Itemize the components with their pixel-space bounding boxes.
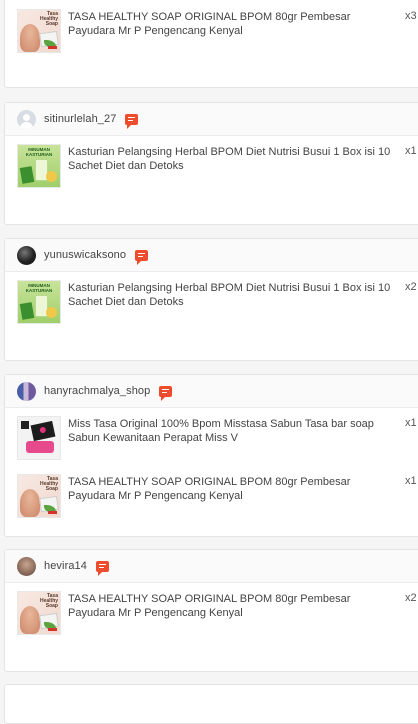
product-name[interactable]: Kasturian Pelangsing Herbal BPOM Diet Nu… — [68, 281, 396, 309]
product-thumbnail[interactable]: MINUMAN KASTURIAN — [17, 280, 61, 324]
avatar[interactable] — [17, 556, 36, 576]
buyer-header: yunuswicaksono — [5, 239, 418, 272]
chat-icon[interactable] — [125, 113, 139, 129]
order-item[interactable]: MINUMAN KASTURIAN Kasturian Pelangsing H… — [5, 272, 418, 330]
order-item[interactable]: Tasa Healthy Soap TASA HEALTHY SOAP ORIG… — [5, 466, 418, 524]
product-name[interactable]: TASA HEALTHY SOAP ORIGINAL BPOM 80gr Pem… — [68, 592, 396, 620]
product-thumbnail[interactable]: Tasa Healthy Soap — [17, 474, 61, 518]
item-quantity: x3 — [405, 10, 417, 22]
product-name[interactable]: Miss Tasa Original 100% Bpom Misstasa Sa… — [68, 417, 396, 445]
avatar[interactable] — [17, 109, 36, 129]
item-quantity: x1 — [405, 145, 417, 157]
order-card: hevira14 Tasa Healthy Soap TASA HEALTHY … — [4, 549, 418, 672]
order-item[interactable]: Miss Tasa Original 100% Bpom Misstasa Sa… — [5, 408, 418, 466]
chat-icon[interactable] — [96, 560, 109, 576]
avatar[interactable] — [17, 381, 36, 401]
buyer-username[interactable]: hevira14 — [44, 560, 87, 572]
product-thumbnail[interactable]: MINUMAN KASTURIAN — [17, 144, 61, 188]
buyer-username[interactable]: sitinurlelah_27 — [44, 113, 116, 125]
chat-icon[interactable] — [135, 249, 149, 265]
order-card: Tasa Healthy Soap TASA HEALTHY SOAP ORIG… — [4, 0, 418, 88]
order-item[interactable]: MINUMAN KASTURIAN Kasturian Pelangsing H… — [5, 136, 418, 194]
buyer-header: sitinurlelah_27 — [5, 103, 418, 136]
buyer-username[interactable]: yunuswicaksono — [44, 249, 126, 261]
product-thumbnail[interactable]: Tasa Healthy Soap — [17, 9, 61, 53]
product-thumbnail[interactable]: Tasa Healthy Soap — [17, 591, 61, 635]
product-thumbnail[interactable] — [17, 416, 61, 460]
product-name[interactable]: TASA HEALTHY SOAP ORIGINAL BPOM 80gr Pem… — [68, 475, 396, 503]
order-item[interactable]: Tasa Healthy Soap TASA HEALTHY SOAP ORIG… — [5, 583, 418, 641]
item-quantity: x2 — [405, 281, 417, 293]
order-item[interactable]: Tasa Healthy Soap TASA HEALTHY SOAP ORIG… — [5, 1, 418, 59]
buyer-username[interactable]: hanyrachmalya_shop — [44, 385, 150, 397]
chat-icon[interactable] — [159, 385, 173, 401]
item-quantity: x1 — [405, 475, 417, 487]
product-name[interactable]: TASA HEALTHY SOAP ORIGINAL BPOM 80gr Pem… — [68, 10, 396, 38]
order-card: hanyrachmalya_shop Miss Tasa Original 10… — [4, 374, 418, 537]
order-card: yunuswicaksono MINUMAN KASTURIAN Kasturi… — [4, 238, 418, 361]
product-name[interactable]: Kasturian Pelangsing Herbal BPOM Diet Nu… — [68, 145, 396, 173]
order-card — [4, 684, 418, 724]
avatar[interactable] — [17, 245, 36, 265]
buyer-header: hanyrachmalya_shop — [5, 375, 418, 408]
item-quantity: x2 — [405, 592, 417, 604]
order-card: sitinurlelah_27 MINUMAN KASTURIAN Kastur… — [4, 102, 418, 225]
item-quantity: x1 — [405, 417, 417, 429]
buyer-header: hevira14 — [5, 550, 418, 583]
